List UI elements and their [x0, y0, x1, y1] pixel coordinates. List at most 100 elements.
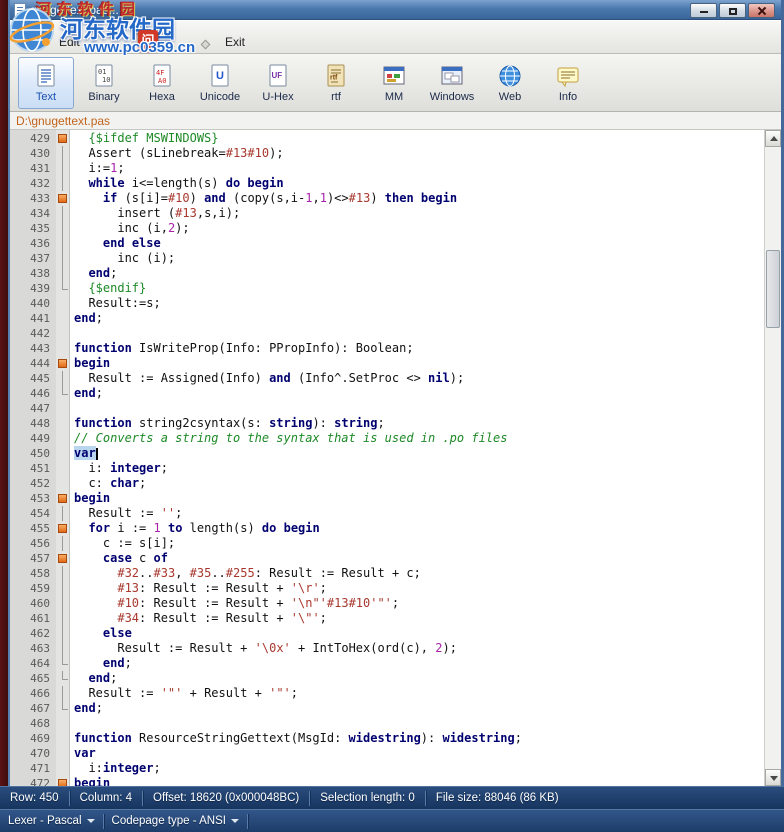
fold-toggle-icon[interactable] — [56, 191, 70, 206]
vertical-scrollbar[interactable] — [764, 130, 781, 786]
token: function — [74, 416, 132, 430]
fold-gutter-cell — [56, 146, 70, 161]
toolbar-windows-button[interactable]: Windows — [424, 57, 480, 109]
fold-toggle-icon[interactable] — [56, 131, 70, 146]
code-text: Result := Assigned(Info) and (Info^.SetP… — [70, 371, 464, 386]
lexer-selector[interactable]: Lexer - Pascal — [0, 815, 103, 827]
fold-gutter-cell — [56, 236, 70, 251]
code-line[interactable]: 455 for i := 1 to length(s) do begin — [10, 521, 764, 536]
code-text: end; — [70, 386, 103, 401]
token: + Result + — [182, 686, 269, 700]
toolbar-unicode-button[interactable]: U Unicode — [192, 57, 248, 109]
token: Result := Assigned(Info) — [88, 371, 269, 385]
code-line[interactable]: 454 Result := ''; — [10, 506, 764, 521]
close-button[interactable] — [748, 3, 775, 18]
fold-toggle-icon[interactable] — [56, 776, 70, 786]
fold-toggle-icon[interactable] — [56, 521, 70, 536]
code-line[interactable]: 472begin — [10, 776, 764, 786]
fold-marker-square[interactable] — [58, 194, 67, 203]
code-line[interactable]: 453begin — [10, 491, 764, 506]
fold-gutter-cell — [56, 716, 70, 731]
fold-marker-square[interactable] — [58, 554, 67, 563]
code-line[interactable]: 439 {$endif} — [10, 281, 764, 296]
code-line[interactable]: 464 end; — [10, 656, 764, 671]
fold-marker-square[interactable] — [58, 524, 67, 533]
line-number: 466 — [10, 686, 56, 701]
toolbar-uhex-button[interactable]: UF U-Hex — [250, 57, 306, 109]
code-line[interactable]: 457 case c of — [10, 551, 764, 566]
menu-item-exit[interactable]: Exit — [218, 33, 252, 51]
code-line[interactable]: 443function IsWriteProp(Info: PPropInfo)… — [10, 341, 764, 356]
code-line[interactable]: 463 Result := Result + '\0x' + IntToHex(… — [10, 641, 764, 656]
toolbar-binary-button[interactable]: 0110 Binary — [76, 57, 132, 109]
fold-toggle-icon[interactable] — [56, 551, 70, 566]
mode-toolbar: Text 0110 Binary 4FA0 Hexa U Unicode UF … — [10, 54, 781, 112]
code-text: insert (#13,s,i); — [70, 206, 240, 221]
maximize-button[interactable] — [719, 3, 746, 18]
code-line[interactable]: 452 c: char; — [10, 476, 764, 491]
code-line[interactable]: 440 Result:=s; — [10, 296, 764, 311]
code-line[interactable]: 465 end; — [10, 671, 764, 686]
code-line[interactable]: 469function ResourceStringGettext(MsgId:… — [10, 731, 764, 746]
toolbar-label: rtf — [331, 91, 341, 103]
fold-gutter-cell — [56, 401, 70, 416]
token: 2 — [435, 641, 442, 655]
code-line[interactable]: 434 insert (#13,s,i); — [10, 206, 764, 221]
code-line[interactable]: 430 Assert (sLinebreak=#13#10); — [10, 146, 764, 161]
code-line[interactable]: 447 — [10, 401, 764, 416]
code-line[interactable]: 466 Result := '"' + Result + '"'; — [10, 686, 764, 701]
menu-item-edit[interactable]: Edit — [52, 33, 87, 51]
code-line[interactable]: 433 if (s[i]=#10) and (copy(s,i-1,1)<>#1… — [10, 191, 764, 206]
toolbar-text-button[interactable]: Text — [18, 57, 74, 109]
code-line[interactable]: 437 inc (i); — [10, 251, 764, 266]
code-line[interactable]: 442 — [10, 326, 764, 341]
toolbar-rtf-button[interactable]: rtf rtf — [308, 57, 364, 109]
code-line[interactable]: 429 {$ifdef MSWINDOWS} — [10, 131, 764, 146]
fold-marker-square[interactable] — [58, 494, 67, 503]
code-line[interactable]: 448function string2csyntax(s: string): s… — [10, 416, 764, 431]
code-line[interactable]: 461 #34: Result := Result + '\"'; — [10, 611, 764, 626]
code-line[interactable]: 468 — [10, 716, 764, 731]
toolbar-web-button[interactable]: Web — [482, 57, 538, 109]
codepage-selector[interactable]: Codepage type - ANSI — [104, 815, 247, 827]
toolbar-hexa-button[interactable]: 4FA0 Hexa — [134, 57, 190, 109]
code-line[interactable]: 441end; — [10, 311, 764, 326]
code-line[interactable]: 470var — [10, 746, 764, 761]
fold-toggle-icon[interactable] — [56, 356, 70, 371]
fold-toggle-icon[interactable] — [56, 491, 70, 506]
code-line[interactable]: 445 Result := Assigned(Info) and (Info^.… — [10, 371, 764, 386]
fold-marker-square[interactable] — [58, 359, 67, 368]
title-bar[interactable]: gnugettext.pas... — [10, 0, 781, 20]
code-line[interactable]: 444begin — [10, 356, 764, 371]
toolbar-info-button[interactable]: Info — [540, 57, 596, 109]
code-line[interactable]: 456 c := s[i]; — [10, 536, 764, 551]
code-text: {$endif} — [70, 281, 146, 296]
code-line[interactable]: 432 while i<=length(s) do begin — [10, 176, 764, 191]
code-line[interactable]: 435 inc (i,2); — [10, 221, 764, 236]
code-editor[interactable]: 429 {$ifdef MSWINDOWS}430 Assert (sLineb… — [10, 130, 781, 786]
code-line[interactable]: 449// Converts a string to the syntax th… — [10, 431, 764, 446]
code-line[interactable]: 436 end else — [10, 236, 764, 251]
fold-marker-square[interactable] — [58, 779, 67, 786]
code-line[interactable]: 431 i:=1; — [10, 161, 764, 176]
code-line[interactable]: 459 #13: Result := Result + '\r'; — [10, 581, 764, 596]
minimize-button[interactable] — [690, 3, 717, 18]
code-line[interactable]: 438 end; — [10, 266, 764, 281]
code-line[interactable]: 467end; — [10, 701, 764, 716]
code-line[interactable]: 446end; — [10, 386, 764, 401]
toolbar-mm-button[interactable]: MM — [366, 57, 422, 109]
scroll-down-button[interactable] — [765, 769, 781, 786]
code-line[interactable]: 460 #10: Result := Result + '\n"'#13#10'… — [10, 596, 764, 611]
code-line[interactable]: 471 i:integer; — [10, 761, 764, 776]
code-line[interactable]: 451 i: integer; — [10, 461, 764, 476]
fold-gutter-cell — [56, 281, 70, 296]
fold-marker-square[interactable] — [58, 134, 67, 143]
fold-gutter-cell — [56, 611, 70, 626]
scrollbar-thumb[interactable] — [766, 250, 780, 328]
line-number: 461 — [10, 611, 56, 626]
code-line[interactable]: 462 else — [10, 626, 764, 641]
status-file-size: File size: 88046 (86 KB) — [426, 792, 569, 804]
scroll-up-button[interactable] — [765, 130, 781, 147]
code-line[interactable]: 450var — [10, 446, 764, 461]
code-line[interactable]: 458 #32..#33, #35..#255: Result := Resul… — [10, 566, 764, 581]
